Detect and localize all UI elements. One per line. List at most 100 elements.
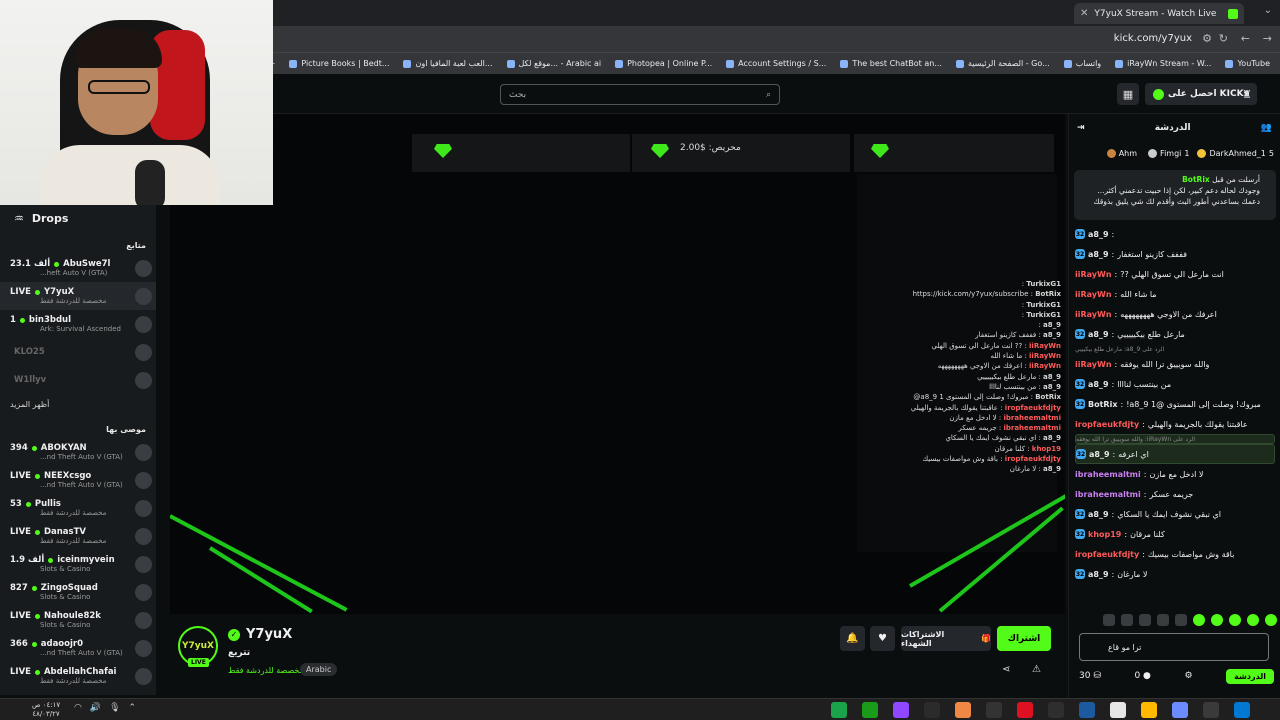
chat-username[interactable]: a8_9 (1088, 570, 1109, 579)
mic-icon[interactable]: 🎙 (109, 703, 120, 713)
emote-icon[interactable] (1247, 614, 1259, 626)
chevron-up-icon[interactable]: ⌃ (129, 703, 137, 713)
word-icon[interactable] (1017, 702, 1033, 718)
send-chat-button[interactable]: الدردشة (1226, 668, 1274, 684)
sidebar-channel[interactable]: W1llyv (0, 366, 156, 394)
sidebar-channel[interactable]: 53 Pullis مخصصة للدردشة فقط (0, 494, 156, 522)
close-icon[interactable]: ✕ (1080, 8, 1088, 19)
task-icon[interactable] (986, 702, 1002, 718)
bookmark-item[interactable]: iRayWn Stream - W... (1115, 59, 1211, 68)
chat-username[interactable]: iropfaeukfdjty (1075, 550, 1139, 559)
emote-icon[interactable] (1157, 614, 1169, 626)
forward-icon[interactable]: → (1263, 32, 1272, 45)
bookmark-item[interactable]: العب لعبة المافيا اون... (403, 59, 493, 68)
emote-icon[interactable] (1265, 614, 1277, 626)
drops-link[interactable]: ♒ Drops (0, 205, 156, 231)
chat-message[interactable]: 32 a8_9: اي اعرفه (1075, 444, 1275, 464)
chat-username[interactable]: a8_9 (1088, 230, 1109, 239)
channel-avatar[interactable] (135, 639, 152, 657)
sidebar-channel[interactable]: 1.9 ألف iceinmyvein Slots & Casino (0, 550, 156, 578)
chat-username[interactable]: iiRayWn (1075, 270, 1112, 279)
share-icon[interactable]: ⋖ (1002, 664, 1010, 675)
chevron-down-icon[interactable]: ⌄ (1264, 5, 1272, 16)
chat-username[interactable]: iiRayWn (1075, 310, 1112, 319)
channel-avatar[interactable] (135, 371, 152, 389)
chat-message[interactable]: الرد على a8_9: مارعل طلع بيكيييي (1075, 344, 1275, 354)
chat-message[interactable]: 32 a8_9: اي نبقي نشوف ايمك يا السكاي (1075, 504, 1275, 524)
bluetooth-icon[interactable] (1048, 702, 1064, 718)
explorer-icon[interactable] (1141, 702, 1157, 718)
chat-username[interactable]: a8_9 (1089, 450, 1110, 459)
channel-avatar[interactable] (135, 667, 152, 685)
emote-icon[interactable] (1211, 614, 1223, 626)
emote-icon[interactable] (1175, 614, 1187, 626)
channel-avatar[interactable] (135, 315, 152, 333)
search-icon[interactable] (1234, 702, 1250, 718)
emote-icon[interactable] (1193, 614, 1205, 626)
settings-icon[interactable]: ⚙ (1185, 671, 1193, 681)
browse-icon[interactable]: ▦ (1117, 83, 1139, 105)
chat-message[interactable]: 32 BotRix: مبروك! وصلت إلى المستوى @a8_9 1… (1075, 394, 1275, 414)
chat-message[interactable]: ibraheemaltmi: جريمه عسكر (1075, 484, 1275, 504)
report-icon[interactable]: ⚠ (1032, 664, 1041, 675)
sidebar-channel[interactable]: LIVE Y7yuX مخصصة للدردشة فقط (0, 282, 156, 310)
bookmark-item[interactable]: واتساب (1063, 59, 1101, 68)
chat-username[interactable]: a8_9 (1088, 330, 1109, 339)
rockstar-icon[interactable] (924, 702, 940, 718)
chat-username[interactable]: BotRix (1088, 400, 1117, 409)
channel-avatar[interactable] (135, 583, 152, 601)
subscribe-button[interactable]: اشتراك (997, 626, 1051, 651)
search-input[interactable]: بحث ⌕ (500, 84, 780, 105)
copilot-icon[interactable] (1203, 702, 1219, 718)
sidebar-channel[interactable]: 827 ZingoSquad Slots & Casino (0, 578, 156, 606)
chat-message[interactable]: 32 a8_9: لا مارغان (1075, 564, 1275, 584)
chat-message[interactable]: iropfaeukfdjty: باقة وش مواصفات بيسيك (1075, 544, 1275, 564)
chat-message[interactable]: 32 a8_9: فففف كازينو استغفار (1075, 244, 1275, 264)
chat-username[interactable]: iiRayWn (1075, 290, 1112, 299)
search-icon[interactable]: ⌕ (766, 90, 771, 100)
profile-icon[interactable]: ♜ (1236, 83, 1258, 105)
chat-username[interactable]: khop19 (1088, 530, 1121, 539)
chat-username[interactable]: a8_9 (1088, 250, 1109, 259)
url-text[interactable]: kick.com/y7yux (1114, 33, 1192, 44)
bookmark-item[interactable]: الصفحة الرئيسية - Go... (955, 59, 1050, 68)
bell-icon[interactable]: 🔔 (840, 626, 865, 651)
chat-input[interactable]: ترا مو قاع (1079, 633, 1269, 661)
store-icon[interactable] (1172, 702, 1188, 718)
channel-avatar[interactable] (135, 611, 152, 629)
language-tag[interactable]: Arabic (300, 663, 338, 676)
obs-icon[interactable] (831, 702, 847, 718)
epic-icon[interactable] (955, 702, 971, 718)
sidebar-channel[interactable]: LIVE Nahoule82k Slots & Casino (0, 606, 156, 634)
gift-subs-button[interactable]: الاشتراكات الشهداء 🎁 (901, 626, 991, 651)
capcut-icon[interactable] (862, 702, 878, 718)
chat-username[interactable]: ibraheemaltmi (1075, 470, 1141, 479)
chrome-icon[interactable] (893, 702, 909, 718)
chat-message[interactable]: 32 a8_9: من بينتسب لناااا (1075, 374, 1275, 394)
points-counter[interactable]: 30 ⛁ (1079, 671, 1101, 681)
show-more-link[interactable]: أظهر المزيد (0, 394, 156, 415)
sidebar-channel[interactable]: LIVE NEEXcsgo ...nd Theft Auto V (GTA) (0, 466, 156, 494)
emote-icon[interactable] (1121, 614, 1133, 626)
category-link[interactable]: مخصصة للدردشة فقط (228, 666, 304, 675)
volume-icon[interactable]: 🔊 (90, 703, 101, 713)
chat-message[interactable]: 32 a8_9: (1075, 224, 1275, 244)
browser-tab[interactable]: ✕ Y7yuX Stream - Watch Live (1074, 3, 1244, 24)
sidebar-channel[interactable]: LIVE AbdellahChafai مخصصة للدردشة فقط (0, 662, 156, 690)
channel-avatar[interactable] (135, 471, 152, 489)
chat-username[interactable]: iiRayWn (1075, 360, 1112, 369)
leaderboard-entry[interactable]: Fimgi 1 (1148, 148, 1189, 158)
channel-avatar[interactable] (135, 499, 152, 517)
bookmark-item[interactable]: The best ChatBot an... (840, 59, 942, 68)
sidebar-channel[interactable]: 23.1 ألف AbuSwe7l ...heft Auto V (GTA) (0, 254, 156, 282)
chat-message[interactable]: iiRayWn: انت مارعل الي تسوق الهلي ?? (1075, 264, 1275, 284)
chat-message[interactable]: iiRayWn: اعرفك من الاوجي ههههههههه (1075, 304, 1275, 324)
back-icon[interactable]: ← (1241, 32, 1250, 45)
leaderboard-entry[interactable]: DarkAhmed_1 5 (1197, 148, 1274, 158)
emote-icon[interactable] (1103, 614, 1115, 626)
reload-icon[interactable]: ↻ (1219, 32, 1228, 45)
clock[interactable]: ٠٤:١٧ ص ٤٨/٠٣/٢٧ (32, 701, 60, 719)
notes-icon[interactable] (1110, 702, 1126, 718)
chat-message[interactable]: iropfaeukfdjty: عاقبتنا يقولك بالجريمة وا… (1075, 414, 1275, 434)
chat-message[interactable]: ibraheemaltmi: لا ادخل مع مازن (1075, 464, 1275, 484)
